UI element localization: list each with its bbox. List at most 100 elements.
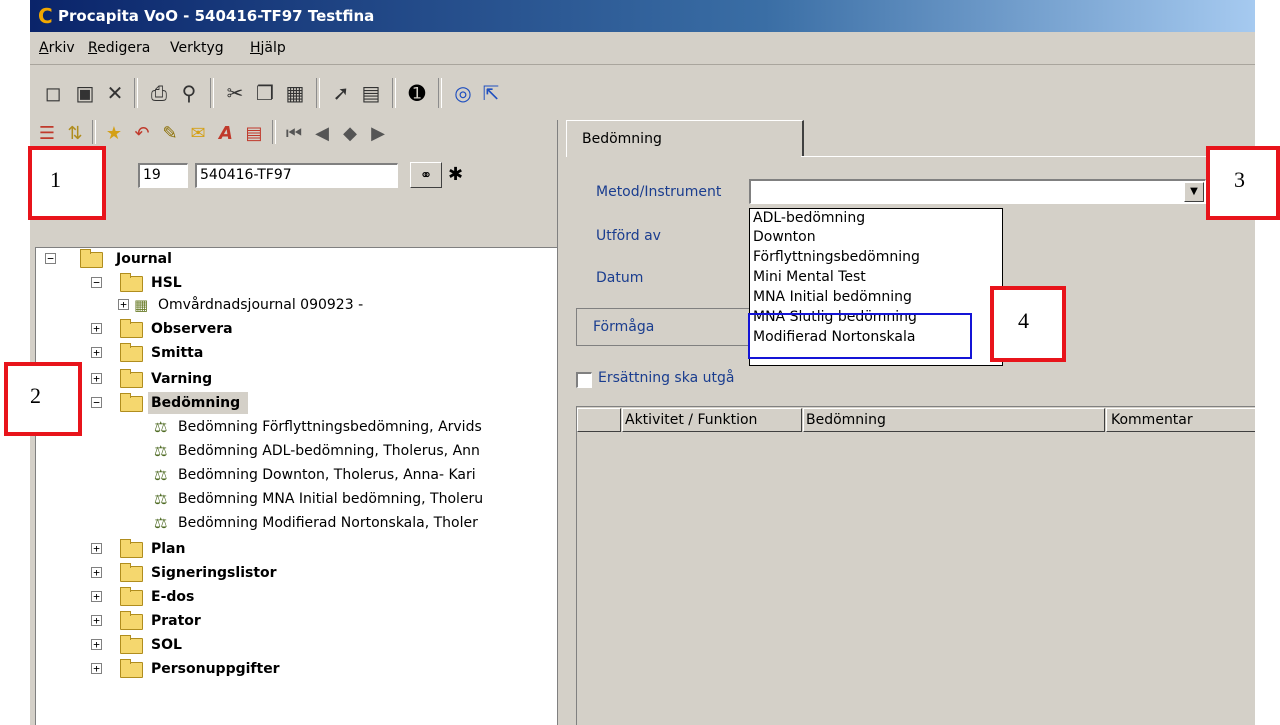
expand-icon[interactable]: + (91, 663, 102, 674)
dropdown-option-mna-initial[interactable]: MNA Initial bedömning (753, 289, 912, 305)
annotation-highlight-box (748, 313, 972, 359)
folder-icon (120, 611, 143, 630)
scale-icon: ⚖ (154, 490, 168, 508)
patient-id-field[interactable]: 540416-TF97 (195, 163, 398, 188)
tree-node-label: Plan (151, 541, 186, 557)
glasses-search-button[interactable]: ⚭ (410, 162, 442, 188)
utford-av-label: Utförd av (596, 228, 661, 244)
annotation-box-2: 2 (4, 362, 82, 436)
annotation-box-1: 1 (28, 146, 106, 220)
scale-icon: ⚖ (154, 418, 168, 436)
dropdown-option-downton[interactable]: Downton (753, 229, 816, 245)
expand-icon[interactable]: + (91, 615, 102, 626)
chevron-down-icon[interactable]: ▼ (1184, 182, 1204, 202)
grid-column-header-kommentar[interactable]: Kommentar (1106, 408, 1255, 432)
cut-icon[interactable]: ✂ (222, 80, 248, 106)
journal-document-icon: ▦ (134, 296, 149, 314)
expand-icon[interactable]: + (91, 373, 102, 384)
annotation-box-4: 4 (990, 286, 1066, 362)
previous-record-icon[interactable]: ◀ (310, 122, 334, 146)
undo-icon[interactable]: ↶ (130, 122, 154, 146)
collapse-icon[interactable]: − (91, 397, 102, 408)
notes-icon[interactable]: ✎ (158, 122, 182, 146)
dropdown-option-forflyttning[interactable]: Förflyttningsbedömning (753, 249, 920, 265)
folder-icon (80, 249, 103, 268)
scale-icon: ⚖ (154, 442, 168, 460)
folder-icon (120, 659, 143, 678)
folder-icon (120, 393, 143, 412)
expand-icon[interactable]: + (91, 347, 102, 358)
tree-leaf-label: Bedömning ADL-bedömning, Tholerus, Ann (178, 443, 480, 459)
info-icon[interactable]: ➊ (404, 80, 430, 106)
title-bar: C Procapita VoO - 540416-TF97 Testfina (30, 0, 1255, 32)
menu-verktyg[interactable]: Verktyg (170, 40, 224, 56)
menu-hjalp[interactable]: Hjälp (250, 40, 286, 56)
sort-icon[interactable]: ⇅ (63, 122, 87, 146)
form-icon[interactable]: ▤ (358, 80, 384, 106)
tree-node-label: SOL (151, 637, 182, 653)
folder-icon (120, 273, 143, 292)
context-help-icon[interactable]: ⇱ (478, 80, 504, 106)
tab-strip-line (801, 156, 1255, 157)
next-record-icon[interactable]: ▶ (366, 122, 390, 146)
folder-icon (120, 319, 143, 338)
dropdown-option-mini-mental[interactable]: Mini Mental Test (753, 269, 866, 285)
mail-icon[interactable]: ✉ (186, 122, 210, 146)
paste-icon[interactable]: ▦ (282, 80, 308, 106)
grid-column-header-bedomning[interactable]: Bedömning (803, 408, 1105, 432)
expand-icon[interactable]: + (91, 639, 102, 650)
expand-icon[interactable]: + (118, 299, 129, 310)
help-icon[interactable]: ◎ (450, 80, 476, 106)
toolbar-separator (392, 78, 396, 108)
report-icon[interactable]: ▤ (242, 122, 266, 146)
new-document-icon[interactable]: ◻ (40, 80, 66, 106)
scale-icon: ⚖ (154, 514, 168, 532)
folder-icon (120, 563, 143, 582)
formaga-tab[interactable]: Förmåga (576, 308, 777, 346)
current-record-icon[interactable]: ◆ (338, 122, 362, 146)
tree-node-label: Journal (116, 251, 172, 267)
font-icon[interactable]: A (214, 122, 238, 146)
ersattning-checkbox[interactable] (576, 372, 592, 388)
tree-node-label: E-dos (151, 589, 195, 605)
expand-icon[interactable]: + (91, 543, 102, 554)
print-icon[interactable]: ⎙ (146, 80, 172, 106)
grid-column-header-aktivitet[interactable]: Aktivitet / Funktion (622, 408, 802, 432)
collapse-icon[interactable]: − (91, 277, 102, 288)
tree-node-label: Personuppgifter (151, 661, 280, 677)
toolbar-separator (316, 78, 320, 108)
glasses-icon: ⚭ (419, 166, 433, 184)
navigation-toolbar: ☰ ⇅ ★ ↶ ✎ ✉ A ▤ ⏮ ◀ ◆ ▶ (30, 120, 557, 150)
pin-icon[interactable]: ➚ (328, 80, 354, 106)
tree-node-label: Omvårdnadsjournal 090923 - (158, 297, 364, 313)
save-icon[interactable]: ▣ (72, 80, 98, 106)
find-icon[interactable]: ⚲ (176, 80, 202, 106)
app-logo-icon: C (38, 4, 53, 28)
list-icon[interactable]: ☰ (35, 122, 59, 146)
journal-tree: − Journal − HSL + ▦ Omvårdnadsjournal 09… (35, 247, 558, 725)
first-record-icon[interactable]: ⏮ (282, 122, 306, 146)
expand-icon[interactable]: + (91, 591, 102, 602)
formaga-label: Förmåga (593, 319, 655, 335)
tree-leaf-label: Bedömning MNA Initial bedömning, Tholeru (178, 491, 484, 507)
menu-arkiv[interactable]: Arkiv (39, 40, 75, 56)
expand-icon[interactable]: + (91, 567, 102, 578)
tab-bedomning[interactable]: Bedömning (566, 120, 804, 157)
folder-icon (120, 539, 143, 558)
tree-node-label: HSL (151, 275, 182, 291)
folder-icon (120, 343, 143, 362)
favorite-star-icon[interactable]: ★ (102, 122, 126, 146)
patient-number-field[interactable]: 19 (138, 163, 188, 188)
delete-icon[interactable]: ✕ (102, 80, 128, 106)
copy-icon[interactable]: ❐ (252, 80, 278, 106)
expand-icon[interactable]: + (91, 323, 102, 334)
patient-id-value: 540416-TF97 (200, 167, 292, 183)
metod-instrument-combobox[interactable]: ▼ (749, 179, 1206, 204)
menu-redigera[interactable]: Redigera (88, 40, 150, 56)
collapse-icon[interactable]: − (45, 253, 56, 264)
dropdown-option-adl[interactable]: ADL-bedömning (753, 210, 865, 226)
toolbar-separator (438, 78, 442, 108)
tree-leaf-label: Bedömning Förflyttningsbedömning, Arvids (178, 419, 482, 435)
tree-leaf-label: Bedömning Modifierad Nortonskala, Tholer (178, 515, 478, 531)
person-icon: ✱ (448, 164, 464, 185)
